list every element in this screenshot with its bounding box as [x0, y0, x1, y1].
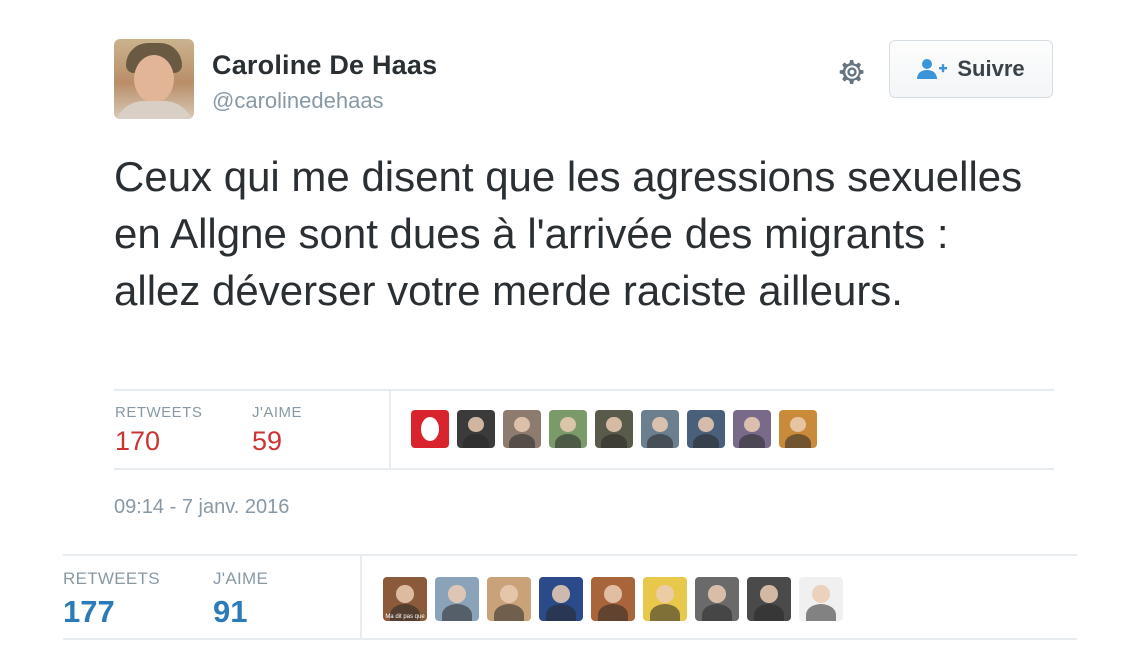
avatar-head — [606, 416, 622, 433]
avatar-head — [656, 584, 674, 603]
avatar-caption: Ma dit pas que — [385, 614, 425, 620]
avatar-body — [441, 604, 473, 621]
outer-likers-avatars: Ma dit pas que — [383, 577, 843, 621]
author-handle[interactable]: @carolinedehaas — [212, 88, 384, 114]
avatar-body — [597, 604, 629, 621]
person-avatar[interactable] — [487, 577, 531, 621]
avatar-body — [508, 433, 536, 448]
avatar-shoulders — [114, 101, 194, 119]
tweet-timestamp[interactable]: 09:14 - 7 janv. 2016 — [114, 496, 289, 519]
person-avatar[interactable] — [641, 410, 679, 448]
tweet-text: Ceux qui me disent que les agressions se… — [114, 153, 1023, 314]
avatar-body — [554, 433, 582, 448]
bw-person-avatar[interactable] — [747, 577, 791, 621]
person-avatar[interactable] — [733, 410, 771, 448]
avatar-head — [552, 584, 570, 603]
likes-label[interactable]: J'AIME — [252, 404, 302, 421]
person-avatar[interactable] — [457, 410, 495, 448]
outer-retweets-count[interactable]: 177 — [63, 594, 115, 630]
retweets-count[interactable]: 170 — [115, 426, 160, 457]
avatar-head — [500, 584, 518, 603]
add-user-icon — [917, 59, 948, 79]
person-avatar[interactable] — [687, 410, 725, 448]
retweets-label[interactable]: RETWEETS — [115, 404, 202, 421]
avatar-head — [790, 416, 806, 433]
outer-stats-top-divider — [63, 554, 1077, 556]
avatar-head — [514, 416, 530, 433]
avatar-head — [448, 584, 466, 603]
avatar-head — [708, 584, 726, 603]
avatar-body — [753, 604, 785, 621]
avatar-body — [692, 433, 720, 448]
avatar-head — [468, 416, 484, 433]
avatar-body — [649, 604, 681, 621]
person-avatar[interactable] — [591, 577, 635, 621]
logo-avatar[interactable] — [411, 410, 449, 448]
avatar-body — [600, 433, 628, 448]
stats-bottom-divider — [114, 468, 1054, 470]
outer-likes-count[interactable]: 91 — [213, 594, 247, 630]
author-avatar[interactable] — [114, 39, 194, 119]
landscape-avatar[interactable] — [435, 577, 479, 621]
avatar-head — [698, 416, 714, 433]
avatar-head — [760, 584, 778, 603]
likes-count[interactable]: 59 — [252, 426, 282, 457]
person-avatar[interactable] — [595, 410, 633, 448]
outer-stats-vertical-divider — [360, 556, 362, 638]
avatar-body — [462, 433, 490, 448]
outer-likes-label[interactable]: J'AIME — [213, 569, 268, 589]
avatar-head — [396, 584, 414, 603]
stats-top-divider — [114, 389, 1054, 391]
author-name[interactable]: Caroline De Haas — [212, 50, 437, 81]
cartoon-avatar[interactable] — [643, 577, 687, 621]
avatar-head — [652, 416, 668, 433]
avatar-body — [701, 604, 733, 621]
avatar-head — [744, 416, 760, 433]
person-avatar[interactable] — [779, 410, 817, 448]
avatar-body — [646, 433, 674, 448]
likers-avatars — [411, 410, 817, 448]
person-avatar[interactable] — [503, 410, 541, 448]
follow-button[interactable]: Suivre — [889, 40, 1053, 98]
stats-vertical-divider — [389, 391, 391, 468]
outer-stats-bottom-divider — [63, 638, 1077, 640]
avatar-head — [604, 584, 622, 603]
flag-logo-avatar[interactable] — [539, 577, 583, 621]
avatar-body — [545, 604, 577, 621]
avatar-body — [784, 433, 812, 448]
follow-label: Suivre — [957, 56, 1025, 81]
logo-mark — [421, 417, 439, 441]
avatar-head — [560, 416, 576, 433]
person-avatar[interactable] — [549, 410, 587, 448]
baby-avatar[interactable]: Ma dit pas que — [383, 577, 427, 621]
people-avatar[interactable] — [695, 577, 739, 621]
avatar-body — [493, 604, 525, 621]
avatar-head — [812, 584, 830, 603]
avatar-body — [738, 433, 766, 448]
avatar-face — [134, 55, 174, 103]
comic-avatar[interactable] — [799, 577, 843, 621]
outer-retweets-label[interactable]: RETWEETS — [63, 569, 160, 589]
avatar-body — [805, 604, 837, 621]
gear-icon[interactable] — [836, 56, 868, 88]
